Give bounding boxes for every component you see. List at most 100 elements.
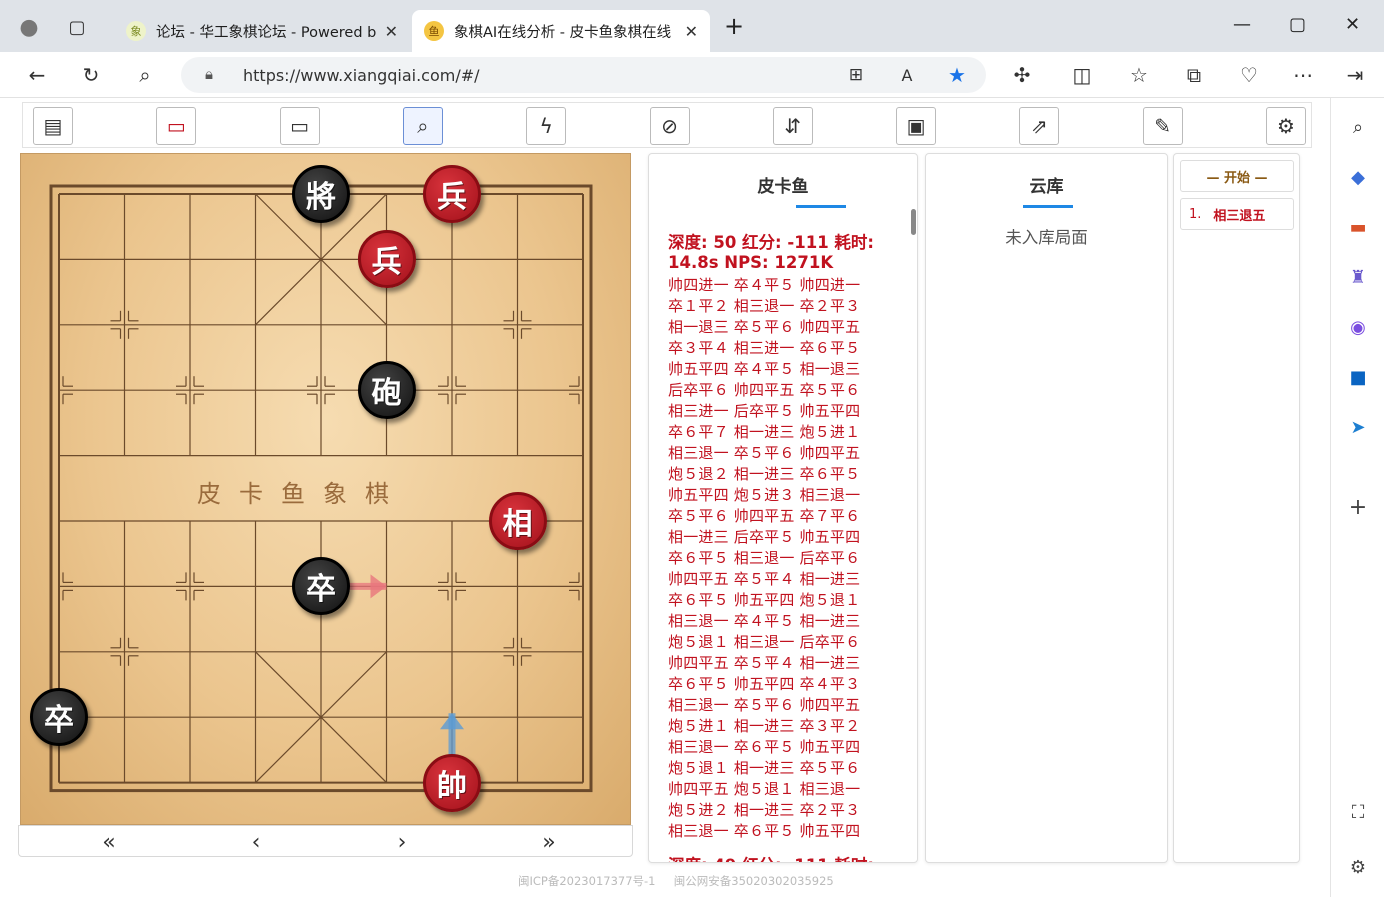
- prev-move-button[interactable]: ‹: [236, 828, 276, 856]
- cloud-title-underline: [1023, 205, 1073, 208]
- tools-briefcase-icon[interactable]: ▬: [1345, 214, 1371, 240]
- engine-next-info: 深度: 49 红分: -111 耗时:: [668, 852, 874, 862]
- sidebar-search-icon[interactable]: ⌕: [1345, 114, 1371, 140]
- close-tab-icon[interactable]: ✕: [685, 22, 698, 41]
- next-move-button[interactable]: ›: [382, 828, 422, 856]
- engine-title: 皮卡鱼: [757, 177, 809, 197]
- close-window-icon[interactable]: ✕: [1345, 14, 1360, 35]
- refresh-icon[interactable]: ↻: [78, 62, 104, 88]
- piece-char: 卒: [44, 703, 74, 739]
- piece-char: 相: [502, 507, 533, 542]
- xiangqi-board[interactable]: 皮卡鱼象棋 將兵兵砲相卒卒帥: [20, 153, 631, 825]
- clipboard-button[interactable]: ▣: [896, 107, 937, 145]
- tab-forum[interactable]: 象 论坛 - 华工象棋论坛 - Powered b ✕: [114, 10, 410, 52]
- last-move-button[interactable]: »: [529, 828, 569, 856]
- browser-essentials-icon[interactable]: ♡: [1236, 62, 1262, 88]
- engine-title-underline: [796, 205, 846, 208]
- clipboard-icon: ▣: [906, 114, 926, 138]
- lock-icon: 🔒︎: [205, 65, 213, 83]
- black-piece[interactable]: 卒: [292, 557, 350, 616]
- address-bar[interactable]: 🔒︎ https://www.xiangqiai.com/#/ ⊞ A͏ ★: [181, 57, 986, 93]
- cloud-message: 未入库局面: [1005, 228, 1088, 247]
- back-icon[interactable]: ←: [24, 62, 50, 88]
- engine-pv-line: 卒６平５ 帅五平四 炮５退１: [668, 591, 861, 609]
- copilot-icon[interactable]: ◉: [1345, 314, 1371, 340]
- red-piece[interactable]: 相: [488, 492, 547, 550]
- shopping-tag-icon[interactable]: ◆: [1345, 164, 1371, 190]
- edit-icon: ✎: [1154, 114, 1172, 138]
- engine-pv-line: 炮５退１ 相三退一 后卒平６: [668, 633, 861, 651]
- screen-button[interactable]: ▭: [279, 107, 320, 145]
- tab-actions-icon[interactable]: ▢: [64, 14, 90, 40]
- move-item[interactable]: 1. 相三退五: [1180, 198, 1294, 230]
- black-piece[interactable]: 卒: [30, 688, 88, 747]
- edit-button[interactable]: ✎: [1142, 107, 1183, 145]
- first-move-button[interactable]: «: [89, 828, 129, 856]
- edge-sidebar: ⌕ ◆ ▬ ♜ ◉ ■ ➤ + ⛶ ⚙: [1330, 98, 1384, 897]
- close-tab-icon[interactable]: ✕: [385, 22, 398, 41]
- sidebar-settings-icon[interactable]: ⚙: [1345, 854, 1371, 880]
- flip-button[interactable]: ⇵: [772, 107, 813, 145]
- url-text[interactable]: https://www.xiangqiai.com/#/: [243, 66, 480, 85]
- engine-pv-line: 炮５进２ 相一进三 卒２平３: [668, 801, 861, 819]
- add-sidebar-icon[interactable]: +: [1345, 494, 1371, 520]
- settings-button[interactable]: ⚙: [1266, 107, 1306, 145]
- settings-icon: ⚙: [1277, 114, 1295, 138]
- minimize-icon[interactable]: —: [1233, 14, 1251, 35]
- more-icon[interactable]: ⋯: [1290, 62, 1316, 88]
- profile-icon[interactable]: ●: [16, 14, 42, 40]
- tab-title: 论坛 - 华工象棋论坛 - Powered b: [156, 24, 377, 41]
- engine-pv-line: 炮５进１ 相一进三 卒３平２: [668, 717, 861, 735]
- send-icon[interactable]: ➤: [1345, 414, 1371, 440]
- engine-pv-line: 帅四平五 炮５退１ 相三退一: [668, 780, 861, 798]
- stop-button[interactable]: ⊘: [649, 107, 690, 145]
- app-toolbar: ▤ ▭ ▭ ⌕ ϟ ⊘ ⇵ ▣ ⇗ ✎ ⚙: [22, 102, 1312, 148]
- red-piece[interactable]: 帥: [423, 753, 481, 812]
- search-icon[interactable]: ⌕: [132, 62, 158, 88]
- favorites-icon[interactable]: ☆: [1126, 62, 1152, 88]
- black-piece[interactable]: 將: [292, 165, 350, 223]
- piece-char: 砲: [371, 376, 402, 412]
- search-icon: ⌕: [417, 114, 429, 138]
- start-position-button[interactable]: — 开始 —: [1180, 160, 1294, 192]
- move-number: 1.: [1189, 206, 1202, 222]
- footer: 闽ICP备2023017377号-1 闽公网安备35020302035925: [518, 873, 834, 889]
- search-button[interactable]: ⌕: [402, 107, 443, 145]
- red-screen-icon: ▭: [166, 114, 186, 138]
- collections-icon[interactable]: ⧉: [1181, 62, 1207, 88]
- engine-pv-line: 炮５退１ 相一进三 卒５平６: [668, 759, 861, 777]
- read-aloud-icon[interactable]: A͏: [894, 62, 920, 88]
- engine-pv-lines: 帅四进一 卒４平５ 帅四进一 卒１平２ 相三退一 卒２平３ 相一退三 卒５平６ 帅四…: [668, 275, 888, 842]
- piece-char: 兵: [371, 245, 402, 281]
- red-move-arrow-head: [370, 574, 387, 599]
- lightning-button[interactable]: ϟ: [526, 107, 567, 145]
- screenshot-icon[interactable]: ⛶: [1345, 799, 1371, 825]
- notation-button[interactable]: ▤: [33, 107, 73, 145]
- engine-pv-line: 帅四进一 卒４平５ 帅四进一: [668, 276, 861, 294]
- red-piece[interactable]: 兵: [357, 230, 416, 289]
- games-icon[interactable]: ♜: [1345, 264, 1371, 290]
- engine-scrollbar[interactable]: [911, 209, 916, 235]
- favorite-star-icon[interactable]: ★: [944, 62, 970, 88]
- new-tab-icon[interactable]: +: [724, 12, 744, 40]
- engine-pv-line: 相三退一 卒４平５ 相一进三: [668, 612, 861, 630]
- sidebar-toggle-icon[interactable]: ⇥: [1342, 62, 1368, 88]
- share-button[interactable]: ⇗: [1019, 107, 1060, 145]
- police-link[interactable]: 闽公网安备35020302035925: [674, 874, 834, 888]
- extensions-icon[interactable]: ✣: [1009, 62, 1035, 88]
- engine-pv-line: 卒３平４ 相三进一 卒６平５: [668, 339, 861, 357]
- xiangqiai-favicon-icon: 鱼: [424, 21, 444, 41]
- forum-favicon-icon: 象: [126, 21, 146, 41]
- engine-pv-line: 帅四平五 卒５平４ 相一进三: [668, 654, 861, 672]
- engine-info: 深度: 50 红分: -111 耗时: 14.8s NPS: 1271K: [668, 233, 875, 272]
- red-screen-button[interactable]: ▭: [156, 107, 197, 145]
- icp-link[interactable]: 闽ICP备2023017377号-1: [518, 874, 656, 888]
- apps-icon[interactable]: ⊞: [843, 62, 869, 88]
- split-screen-icon[interactable]: ◫: [1069, 62, 1095, 88]
- outlook-icon[interactable]: ■: [1345, 364, 1371, 390]
- maximize-icon[interactable]: ▢: [1289, 14, 1306, 35]
- black-piece[interactable]: 砲: [357, 361, 416, 420]
- red-piece[interactable]: 兵: [423, 165, 481, 223]
- tab-xiangqiai[interactable]: 鱼 象棋AI在线分析 - 皮卡鱼象棋在线 ✕: [412, 10, 710, 52]
- piece-char: 兵: [437, 180, 467, 215]
